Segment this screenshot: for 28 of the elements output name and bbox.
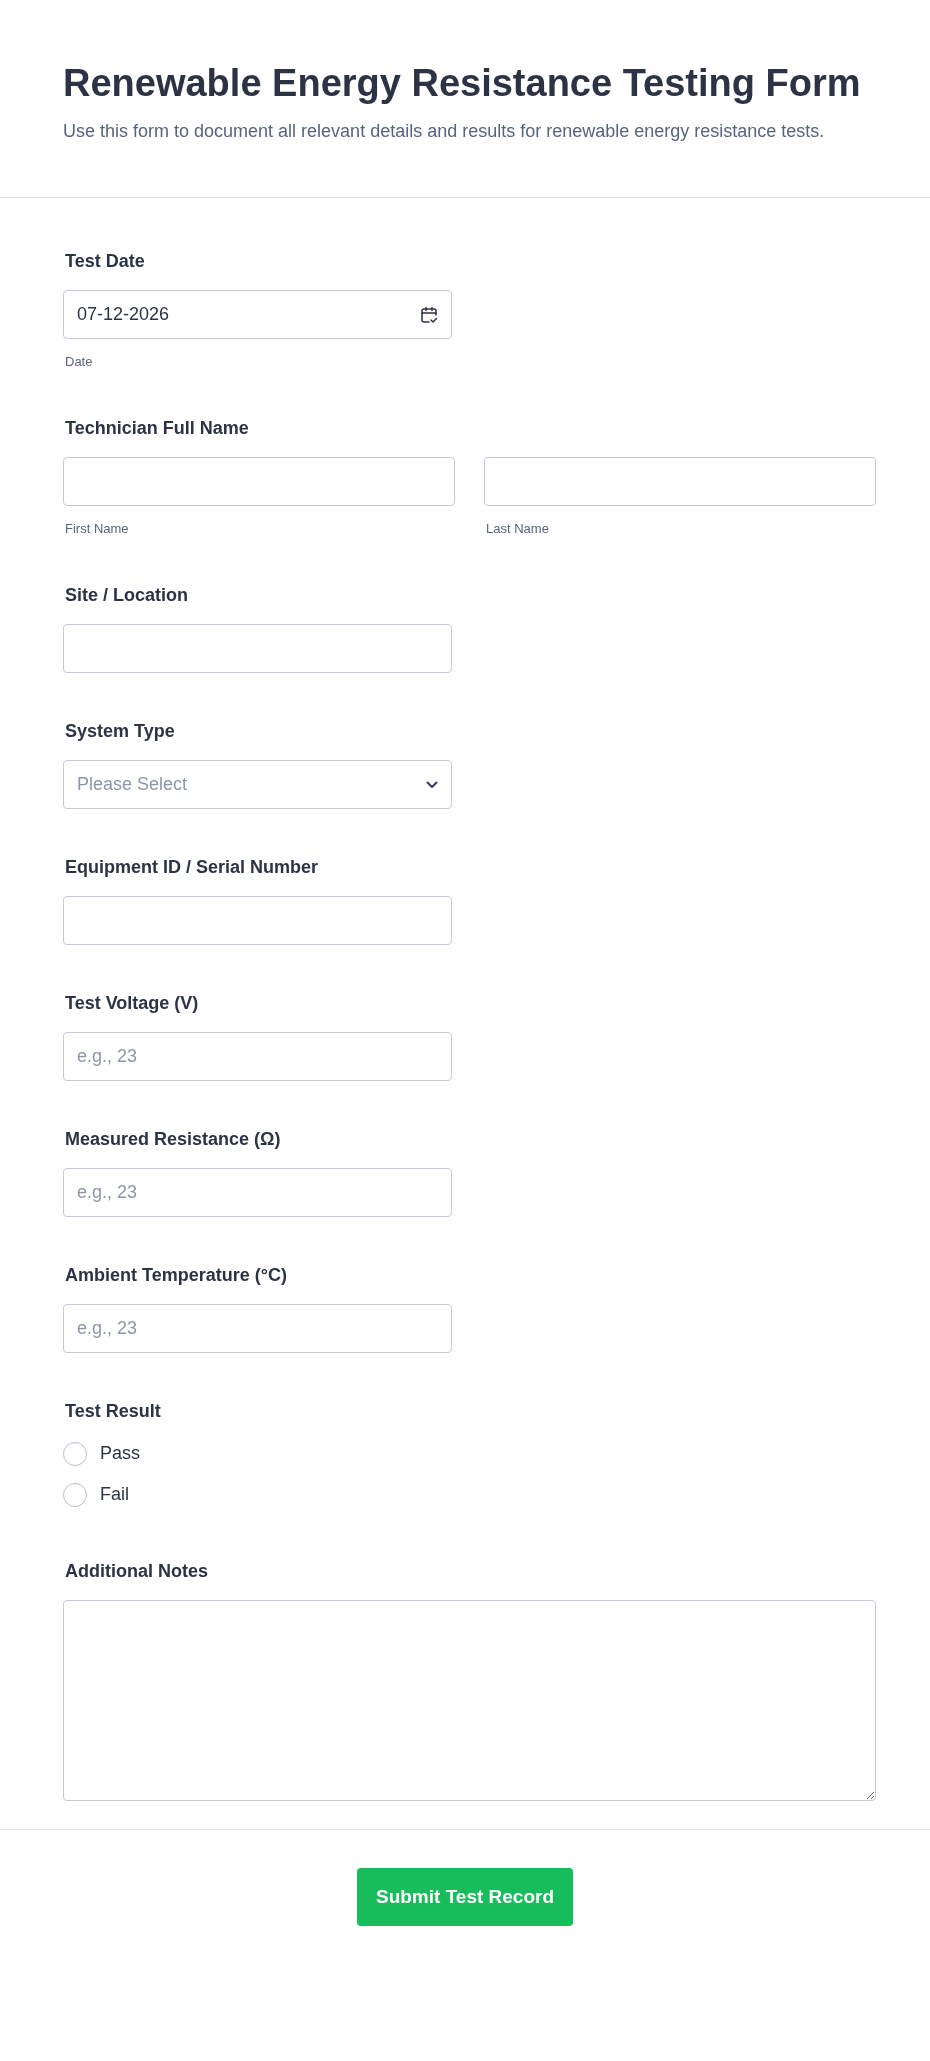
form-description: Use this form to document all relevant details and results for renewable energy resistance tests. bbox=[63, 120, 826, 143]
field-label: Site / Location bbox=[65, 584, 188, 607]
text-field[interactable] bbox=[63, 624, 452, 673]
field-label: Additional Notes bbox=[65, 1560, 208, 1583]
chevron-down-icon bbox=[426, 780, 438, 789]
calendar-icon[interactable] bbox=[420, 305, 438, 324]
text-field[interactable]: e.g., 23 bbox=[63, 1304, 452, 1353]
date-field[interactable]: 07-12-2026 bbox=[63, 290, 452, 339]
field-label: Ambient Temperature (°C) bbox=[65, 1264, 287, 1287]
field-sublabel: First Name bbox=[65, 521, 129, 537]
text-field[interactable] bbox=[484, 457, 876, 506]
form-title: Renewable Energy Resistance Testing Form bbox=[63, 61, 862, 106]
text-field[interactable]: e.g., 23 bbox=[63, 1168, 452, 1217]
field-sublabel: Last Name bbox=[486, 521, 549, 537]
radio-label[interactable]: Pass bbox=[100, 1440, 141, 1467]
field-label: System Type bbox=[65, 720, 175, 743]
field-label: Technician Full Name bbox=[65, 417, 249, 440]
field-sublabel: Date bbox=[65, 354, 93, 370]
text-field[interactable] bbox=[63, 457, 455, 506]
field-label: Test Voltage (V) bbox=[65, 992, 199, 1015]
field-label: Test Result bbox=[65, 1400, 161, 1423]
field-label: Test Date bbox=[65, 250, 145, 273]
field-label: Measured Resistance (Ω) bbox=[65, 1128, 281, 1151]
radio-label[interactable]: Fail bbox=[100, 1481, 129, 1508]
text-field[interactable] bbox=[63, 896, 452, 945]
field-label: Equipment ID / Serial Number bbox=[65, 856, 319, 879]
text-field[interactable]: e.g., 23 bbox=[63, 1032, 452, 1081]
text-area[interactable] bbox=[63, 1600, 876, 1801]
